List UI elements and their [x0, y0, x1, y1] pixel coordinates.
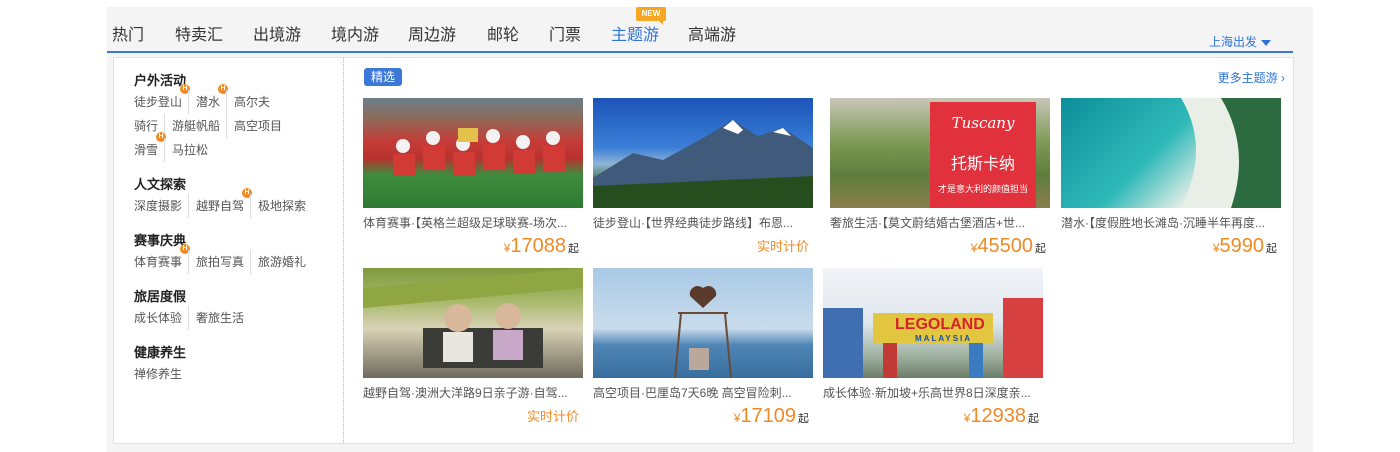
legoland-photo: LEGOLAND MALAYSIA: [823, 268, 1043, 378]
category-item-golf[interactable]: 高尔夫: [226, 90, 270, 114]
new-badge: NEW: [636, 7, 666, 25]
tab-cruise[interactable]: 邮轮: [487, 21, 519, 45]
category-item-wedding[interactable]: 旅游婚礼: [250, 250, 306, 274]
tab-theme[interactable]: 主题游: [611, 21, 659, 45]
product-card[interactable]: 高空项目·巴厘岛7天6晚 高空冒险刺... ¥17109 起: [593, 268, 813, 429]
category-vacation: 旅居度假 成长体验 奢旅生活: [134, 286, 334, 330]
product-title: 体育赛事·【英格兰超级足球联赛-场次...: [363, 216, 567, 230]
product-price: ¥17109 起: [733, 405, 809, 427]
category-item-photography[interactable]: 深度摄影: [134, 194, 182, 218]
category-title: 户外活动: [134, 73, 187, 88]
beach-aerial-photo: [1061, 98, 1281, 208]
category-item-luxury-life[interactable]: 奢旅生活: [188, 306, 244, 330]
category-item-marathon[interactable]: 马拉松: [164, 138, 208, 162]
product-title: 高空项目·巴厘岛7天6晚 高空冒险刺...: [593, 386, 792, 400]
product-card[interactable]: Tuscany 托斯卡纳 才是意大利的颜值担当 奢旅生活·【莫文蔚结婚古堡酒店+…: [830, 98, 1050, 259]
category-title: 人文探索: [134, 177, 187, 192]
product-card[interactable]: 徒步登山·【世界经典徒步路线】布恩... 实时计价: [593, 98, 813, 259]
category-item-skiing[interactable]: 滑雪 H: [134, 132, 167, 162]
more-themes-link[interactable]: 更多主题游 ›: [1218, 69, 1285, 86]
legoland-overlay-sub: MALAYSIA: [915, 334, 973, 343]
category-item-polar[interactable]: 极地探索: [250, 194, 306, 218]
product-price: 实时计价: [756, 239, 809, 254]
product-card[interactable]: 越野自驾·澳洲大洋路9日亲子游·自驾... 实时计价: [363, 268, 583, 429]
tab-hot[interactable]: 热门: [112, 21, 144, 45]
category-sidebar: 户外活动 徒步登山 H 潜水 H 高尔夫 骑行 游艇帆船 高空项目 滑雪 H 马拉松 人文探索 …: [114, 58, 344, 443]
tuscany-landscape-photo: Tuscany 托斯卡纳 才是意大利的颜值担当: [830, 98, 1050, 208]
product-price: ¥12938 起: [963, 405, 1039, 427]
tuscany-overlay-title: Tuscany: [951, 114, 1015, 132]
featured-label: 精选: [364, 68, 403, 86]
theme-travel-module: 热门 特卖汇 出境游 境内游 周边游 邮轮 门票 主题游 高端游 NEW 上海出…: [107, 7, 1313, 452]
category-title: 健康养生: [134, 345, 187, 360]
football-team-photo: [363, 98, 583, 208]
product-title: 潜水·【度假胜地长滩岛·沉睡半年再度...: [1061, 216, 1265, 230]
category-title: 赛事庆典: [134, 233, 187, 248]
caret-down-icon: [1261, 39, 1271, 46]
category-item-offroad[interactable]: 越野自驾 H: [188, 188, 253, 218]
tuscany-overlay-cn: 托斯卡纳: [950, 156, 1015, 173]
category-outdoor: 户外活动 徒步登山 H 潜水 H 高尔夫 骑行 游艇帆船 高空项目 滑雪 H 马拉松: [134, 70, 334, 162]
departure-city-label: 上海出发: [1208, 35, 1257, 49]
tab-domestic[interactable]: 境内游: [331, 21, 379, 45]
tab-outbound[interactable]: 出境游: [253, 21, 301, 45]
tab-luxury[interactable]: 高端游: [688, 21, 736, 45]
legoland-overlay-title: LEGOLAND: [895, 316, 985, 333]
product-card[interactable]: LEGOLAND MALAYSIA 成长体验·新加坡+乐高世界8日深度亲... …: [823, 268, 1043, 429]
category-culture: 人文探索 深度摄影 越野自驾 H 极地探索: [134, 174, 334, 218]
tab-bar: 热门 特卖汇 出境游 境内游 周边游 邮轮 门票 主题游 高端游 NEW 上海出…: [107, 7, 1293, 53]
product-price: ¥17088 起: [503, 235, 579, 257]
category-events: 赛事庆典 体育赛事 H 旅拍写真 旅游婚礼: [134, 230, 334, 274]
category-item-high-altitude[interactable]: 高空项目: [226, 114, 282, 138]
product-title: 徒步登山·【世界经典徒步路线】布恩...: [593, 216, 793, 230]
product-title: 成长体验·新加坡+乐高世界8日深度亲...: [823, 386, 1031, 400]
tab-nearby[interactable]: 周边游: [408, 21, 456, 45]
category-item-cycling[interactable]: 骑行: [134, 114, 158, 138]
family-car-photo: [363, 268, 583, 378]
product-title: 越野自驾·澳洲大洋路9日亲子游·自驾...: [363, 386, 568, 400]
product-card[interactable]: 潜水·【度假胜地长滩岛·沉睡半年再度... ¥5990 起: [1061, 98, 1281, 259]
category-title: 旅居度假: [134, 289, 187, 304]
product-card[interactable]: 体育赛事·【英格兰超级足球联赛-场次... ¥17088 起: [363, 98, 583, 259]
category-item-growth[interactable]: 成长体验: [134, 306, 182, 330]
category-item-meditation[interactable]: 禅修养生: [134, 362, 182, 386]
category-wellness: 健康养生 禅修养生: [134, 342, 334, 386]
category-item-travel-photo[interactable]: 旅拍写真: [188, 250, 244, 274]
departure-city-selector[interactable]: 上海出发: [1209, 33, 1271, 50]
theme-panel: 户外活动 徒步登山 H 潜水 H 高尔夫 骑行 游艇帆船 高空项目 滑雪 H 马拉松 人文探索 …: [113, 57, 1294, 444]
tab-flash-sale[interactable]: 特卖汇: [175, 21, 223, 45]
tab-tickets[interactable]: 门票: [549, 21, 581, 45]
category-item-sports[interactable]: 体育赛事 H: [134, 244, 191, 274]
category-item-hiking[interactable]: 徒步登山 H: [134, 84, 191, 114]
mountain-landscape-photo: [593, 98, 813, 208]
product-title: 奢旅生活·【莫文蔚结婚古堡酒店+世...: [830, 216, 1026, 230]
category-item-diving[interactable]: 潜水 H: [188, 84, 229, 114]
category-item-yacht[interactable]: 游艇帆船: [164, 114, 220, 138]
tuscany-overlay-sub: 才是意大利的颜值担当: [937, 184, 1028, 194]
bali-swing-photo: [593, 268, 813, 378]
product-price: ¥5990 起: [1212, 235, 1277, 257]
product-price: ¥45500 起: [970, 235, 1046, 257]
product-price: 实时计价: [526, 409, 579, 424]
